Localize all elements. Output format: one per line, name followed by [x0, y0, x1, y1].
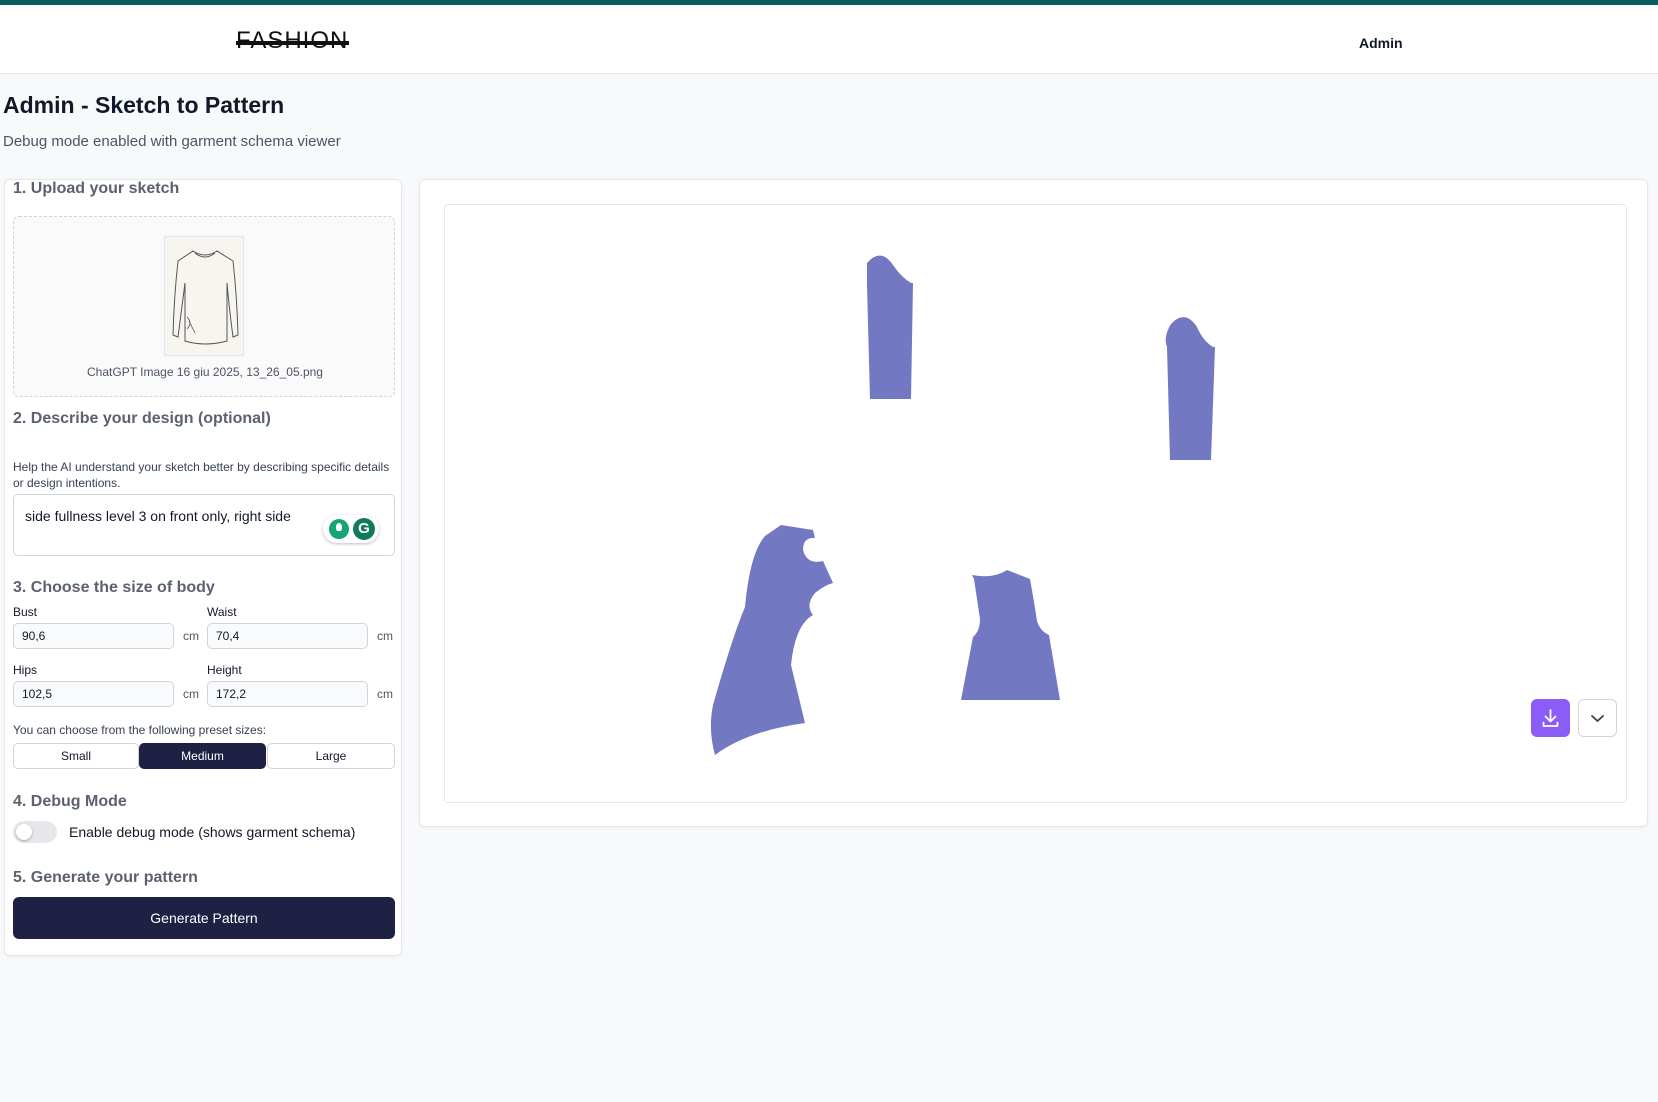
debug-section-title: 4. Debug Mode: [13, 793, 127, 810]
download-button[interactable]: [1531, 699, 1570, 737]
back-bodice-piece: [710, 525, 833, 755]
download-icon: [1542, 709, 1559, 727]
height-label: Height: [207, 663, 242, 677]
shirt-sketch-icon: [172, 250, 239, 345]
export-options-dropdown[interactable]: [1578, 699, 1617, 737]
app-header: FASHION Admin: [0, 5, 1658, 74]
pattern-pieces-svg: [710, 255, 1215, 755]
grammar-assistant-widget[interactable]: G: [323, 515, 379, 543]
preset-hint-text: You can choose from the following preset…: [13, 723, 267, 737]
generate-section-title: 5. Generate your pattern: [13, 869, 198, 886]
preset-small-button[interactable]: Small: [13, 743, 139, 769]
height-unit: cm: [377, 687, 393, 701]
pattern-viewer-card: [419, 179, 1648, 827]
sleeve-piece-left: [867, 255, 913, 399]
waist-input[interactable]: 70,4: [207, 623, 368, 649]
pattern-canvas[interactable]: [444, 204, 1627, 803]
toggle-knob: [16, 824, 32, 840]
page-title: Admin - Sketch to Pattern: [3, 92, 285, 118]
debug-mode-toggle[interactable]: [13, 821, 57, 843]
size-section-title: 3. Choose the size of body: [13, 579, 215, 596]
pattern-form-card: 1. Upload your sketch ChatGPT Image 16 g…: [4, 179, 402, 956]
bust-label: Bust: [13, 605, 38, 619]
describe-section-title: 2. Describe your design (optional): [13, 410, 271, 427]
sketch-upload-dropzone[interactable]: ChatGPT Image 16 giu 2025, 13_26_05.png: [13, 216, 395, 397]
page-subtitle: Debug mode enabled with garment schema v…: [3, 133, 341, 150]
upload-section-title: 1. Upload your sketch: [13, 180, 180, 197]
preset-medium-button[interactable]: Medium: [139, 743, 266, 769]
front-bodice-piece: [961, 570, 1060, 700]
waist-unit: cm: [377, 629, 393, 643]
bust-unit: cm: [183, 629, 199, 643]
hips-label: Hips: [13, 663, 38, 677]
sketch-thumbnail: [164, 236, 244, 356]
chevron-down-icon: [1591, 715, 1604, 722]
waist-label: Waist: [207, 605, 237, 619]
uploaded-filename: ChatGPT Image 16 giu 2025, 13_26_05.png: [87, 365, 323, 379]
describe-help-text: Help the AI understand your sketch bette…: [13, 460, 390, 490]
hips-input[interactable]: 102,5: [13, 681, 174, 707]
preset-large-button[interactable]: Large: [267, 743, 395, 769]
height-input[interactable]: 172,2: [207, 681, 368, 707]
hips-unit: cm: [183, 687, 199, 701]
bust-input[interactable]: 90,6: [13, 623, 174, 649]
generate-pattern-button[interactable]: Generate Pattern: [13, 897, 395, 939]
debug-mode-label: Enable debug mode (shows garment schema): [69, 824, 356, 840]
grammarly-icon[interactable]: G: [353, 518, 375, 540]
nav-admin-link[interactable]: Admin: [1359, 35, 1403, 51]
logo-strike-decoration: [236, 41, 349, 45]
lightbulb-icon[interactable]: [329, 519, 349, 539]
sleeve-piece-right: [1165, 317, 1215, 460]
